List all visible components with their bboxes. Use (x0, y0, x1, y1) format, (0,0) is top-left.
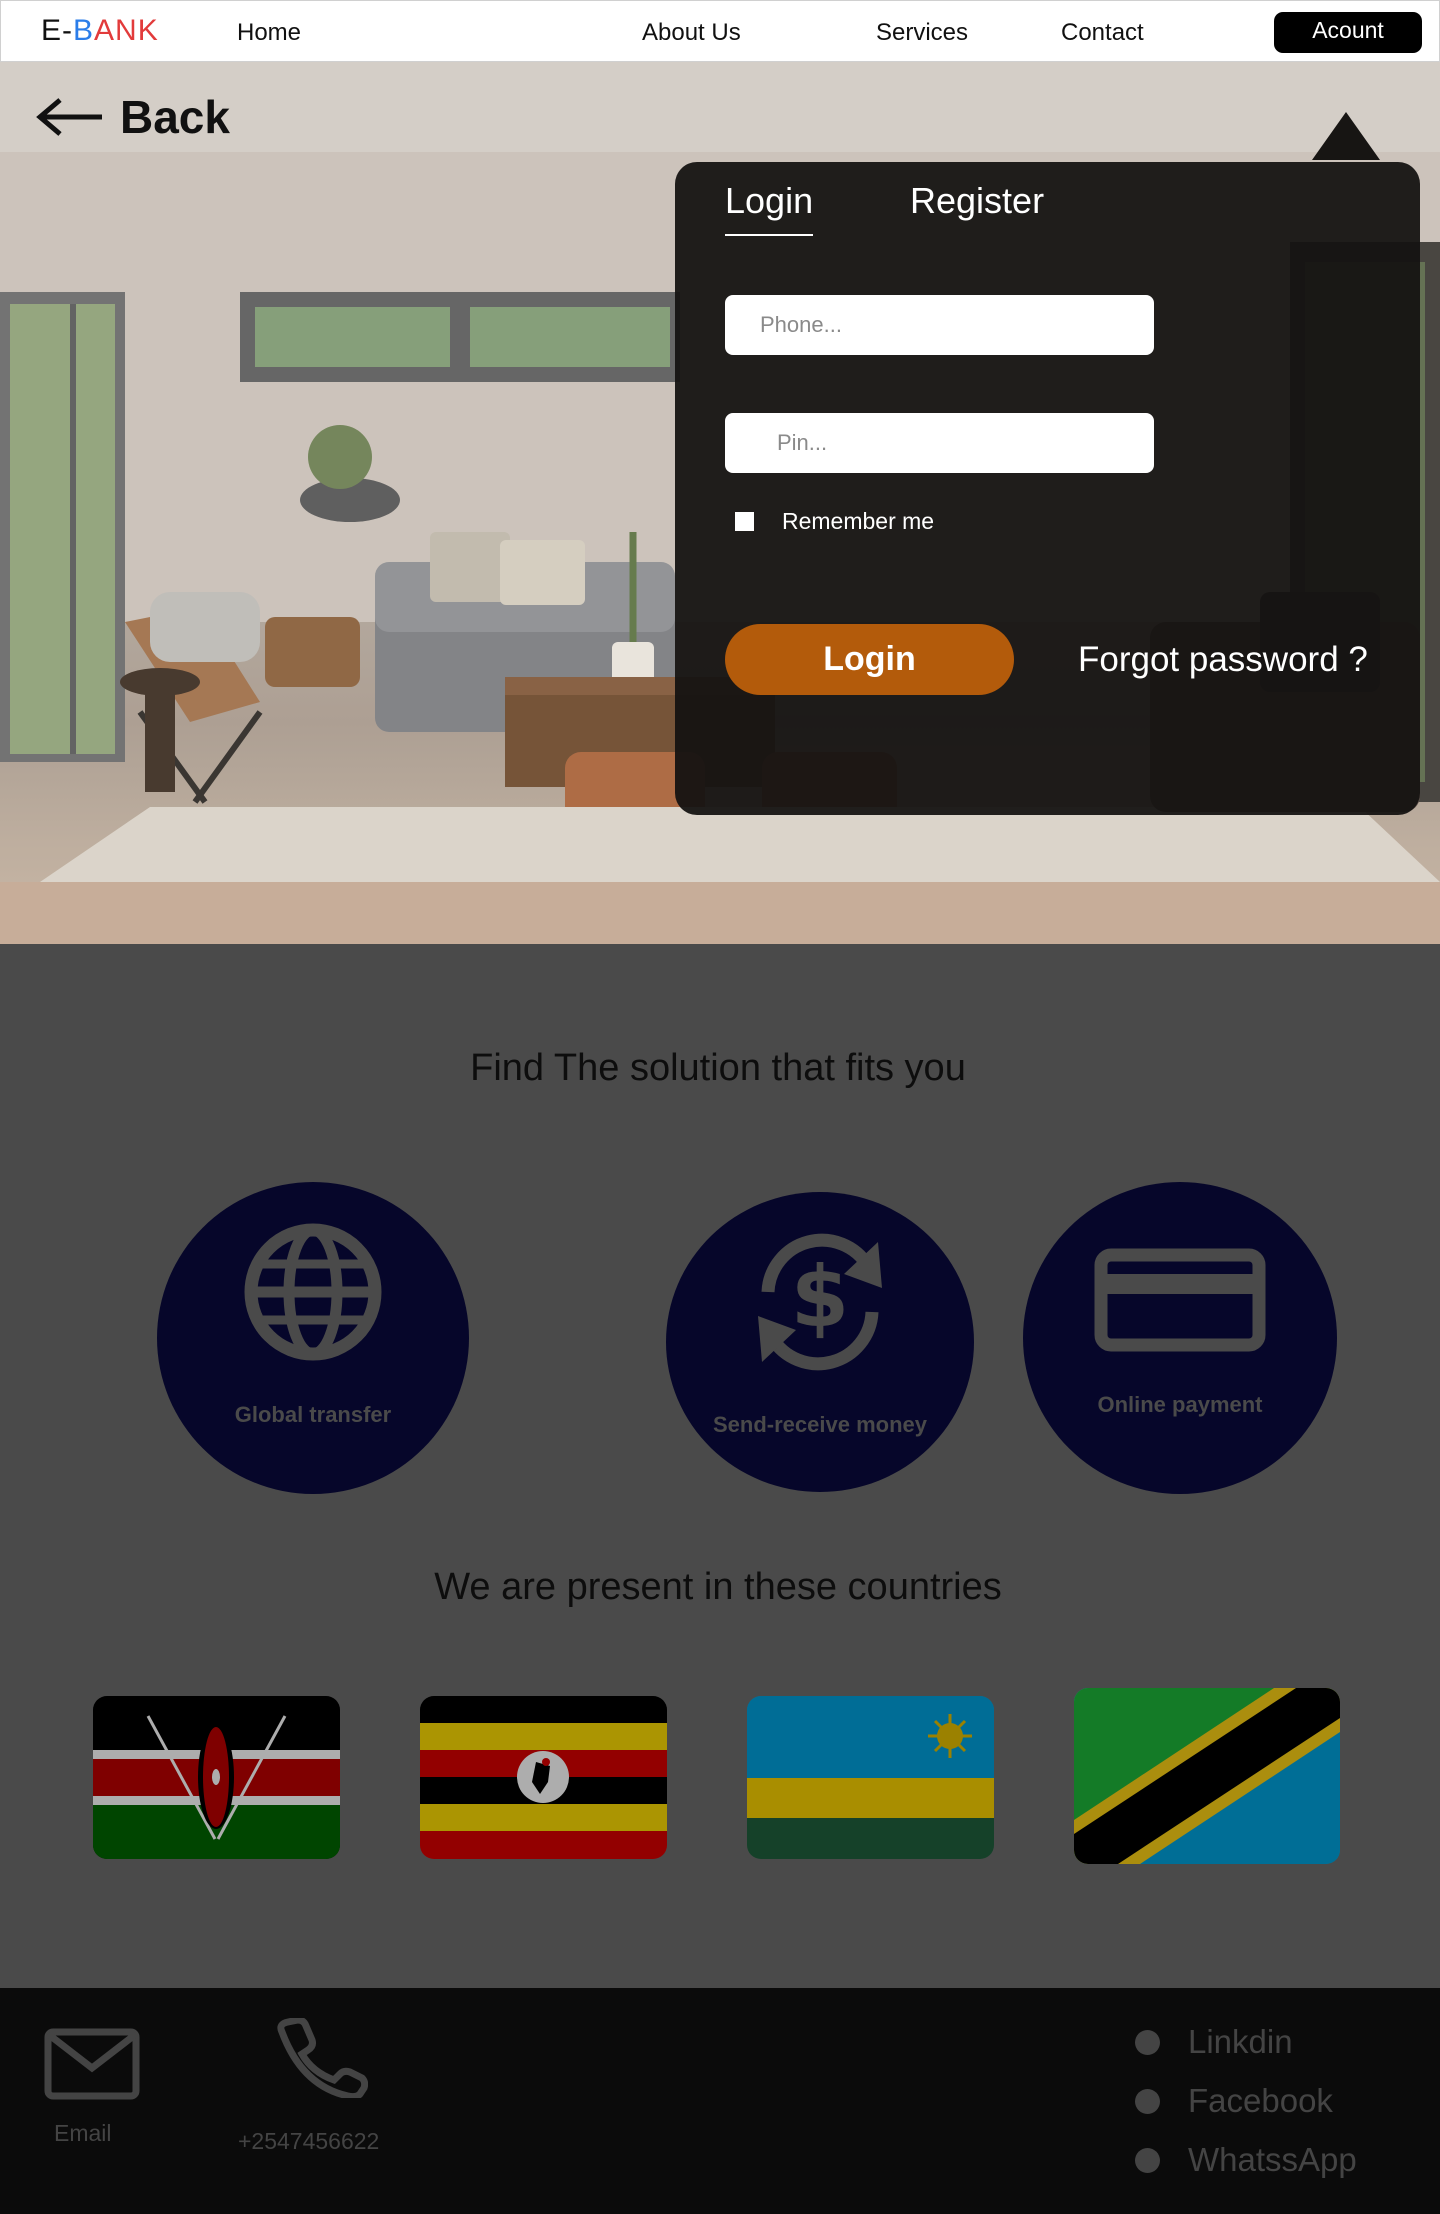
uganda-flag[interactable] (420, 1696, 667, 1859)
nav-contact-link[interactable]: Contact (1061, 19, 1144, 47)
flag-shade (747, 1696, 994, 1859)
hero-section: Back Login Register Remember me Login Fo… (0, 62, 1440, 944)
back-button[interactable]: Back (36, 90, 230, 144)
tanzania-flag[interactable] (1074, 1688, 1340, 1864)
logo-part-nk: NK (115, 14, 159, 47)
remember-me-row: Remember me (735, 508, 934, 535)
service-label: Global transfer (234, 1402, 392, 1427)
bullet-icon (1135, 2088, 1160, 2114)
phone-number: +2547456622 (238, 2128, 380, 2154)
email-label: Email (54, 2120, 112, 2146)
bullet-icon (1135, 2147, 1160, 2173)
dollar-exchange-icon: $ (758, 1233, 882, 1371)
bullet-icon (1135, 2029, 1160, 2055)
logo-part-e: E- (41, 14, 73, 47)
pin-input[interactable] (725, 413, 1154, 473)
credit-card-icon (1094, 1248, 1266, 1352)
remember-me-checkbox[interactable] (735, 512, 754, 531)
login-button[interactable]: Login (725, 624, 1014, 695)
flag-shade (1074, 1688, 1340, 1864)
nav-services-link[interactable]: Services (876, 19, 968, 47)
brand-logo[interactable]: E-BANK (41, 14, 159, 48)
dropdown-caret (1312, 112, 1380, 160)
solutions-section: Find The solution that fits you Global t… (0, 944, 1436, 1988)
email-icon[interactable] (44, 2028, 140, 2100)
top-navbar: E-BANK Home About Us Services Contact Ac… (0, 0, 1440, 62)
service-label: Send-receive money (713, 1412, 927, 1437)
account-button[interactable]: Acount (1274, 12, 1422, 53)
logo-part-b: B (73, 14, 95, 47)
flag-shade (420, 1696, 667, 1859)
social-label: WhatssApp (1188, 2141, 1357, 2178)
social-label: Linkdin (1188, 2023, 1293, 2060)
social-facebook[interactable]: Facebook (1135, 2082, 1333, 2120)
arrow-left-icon (36, 98, 102, 136)
tab-register[interactable]: Register (910, 180, 1044, 222)
kenya-flag[interactable] (93, 1696, 340, 1859)
nav-about-link[interactable]: About Us (642, 19, 741, 47)
phone-input[interactable] (725, 295, 1154, 355)
social-whatsapp[interactable]: WhatssApp (1135, 2141, 1357, 2179)
service-card-online-payment[interactable]: Online payment (1023, 1182, 1337, 1494)
logo-part-a: A (94, 14, 116, 47)
countries-title: We are present in these countries (434, 1566, 1002, 1608)
remember-me-label: Remember me (782, 508, 935, 534)
rwanda-flag[interactable] (747, 1696, 994, 1859)
footer: Email +2547456622 Linkdin Facebook Whats… (0, 1988, 1440, 2214)
svg-text:$: $ (791, 1248, 849, 1346)
login-panel: Login Register Remember me Login Forgot … (675, 162, 1420, 815)
back-label: Back (120, 91, 230, 143)
flag-shade (93, 1696, 340, 1859)
service-card-send-receive[interactable]: $ Send-receive money (666, 1192, 974, 1492)
forgot-password-link[interactable]: Forgot password ? (1078, 640, 1368, 680)
solutions-title: Find The solution that fits you (470, 1047, 966, 1089)
service-label: Online payment (1097, 1392, 1263, 1417)
nav-home-link[interactable]: Home (237, 19, 301, 47)
social-linkedin[interactable]: Linkdin (1135, 2023, 1293, 2061)
globe-icon (244, 1223, 382, 1361)
service-card-global-transfer[interactable]: Global transfer (157, 1182, 469, 1494)
phone-icon[interactable] (272, 2018, 368, 2098)
social-label: Facebook (1188, 2082, 1333, 2119)
tab-login[interactable]: Login (725, 180, 814, 236)
